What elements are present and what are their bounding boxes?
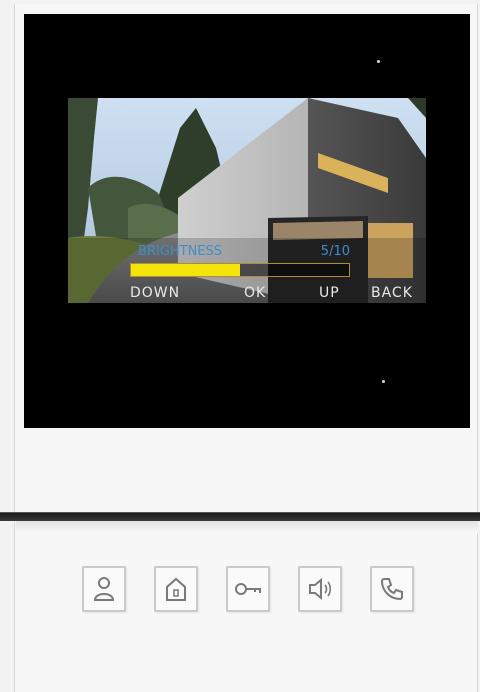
home-key[interactable] xyxy=(154,566,198,612)
video-display: BRIGHTNESS 5/10 DOWN OK UP BACK xyxy=(68,98,426,303)
camera-dot-top xyxy=(377,60,380,63)
call-key[interactable] xyxy=(370,566,414,612)
brightness-value: 5/10 xyxy=(320,244,350,259)
speaker-icon xyxy=(309,577,332,601)
monitor-key[interactable] xyxy=(82,566,126,612)
home-icon xyxy=(166,577,186,601)
phone-icon xyxy=(380,578,403,601)
key-icon xyxy=(235,583,261,595)
talk-key[interactable] xyxy=(298,566,342,612)
ok-button[interactable]: OK xyxy=(244,285,266,301)
down-button[interactable]: DOWN xyxy=(130,285,180,301)
osd-button-row: DOWN OK UP BACK xyxy=(68,285,426,303)
panel-groove-shadow xyxy=(16,521,478,533)
back-button[interactable]: BACK xyxy=(371,285,413,301)
unlock-key[interactable] xyxy=(226,566,270,612)
brightness-label: BRIGHTNESS xyxy=(138,244,223,259)
panel-groove xyxy=(0,512,480,521)
brightness-bar[interactable] xyxy=(130,263,350,277)
camera-dot-bottom xyxy=(382,380,385,383)
brightness-bar-fill xyxy=(131,264,240,276)
hardware-key-row xyxy=(0,566,480,618)
person-icon xyxy=(93,577,115,601)
up-button[interactable]: UP xyxy=(319,285,340,301)
